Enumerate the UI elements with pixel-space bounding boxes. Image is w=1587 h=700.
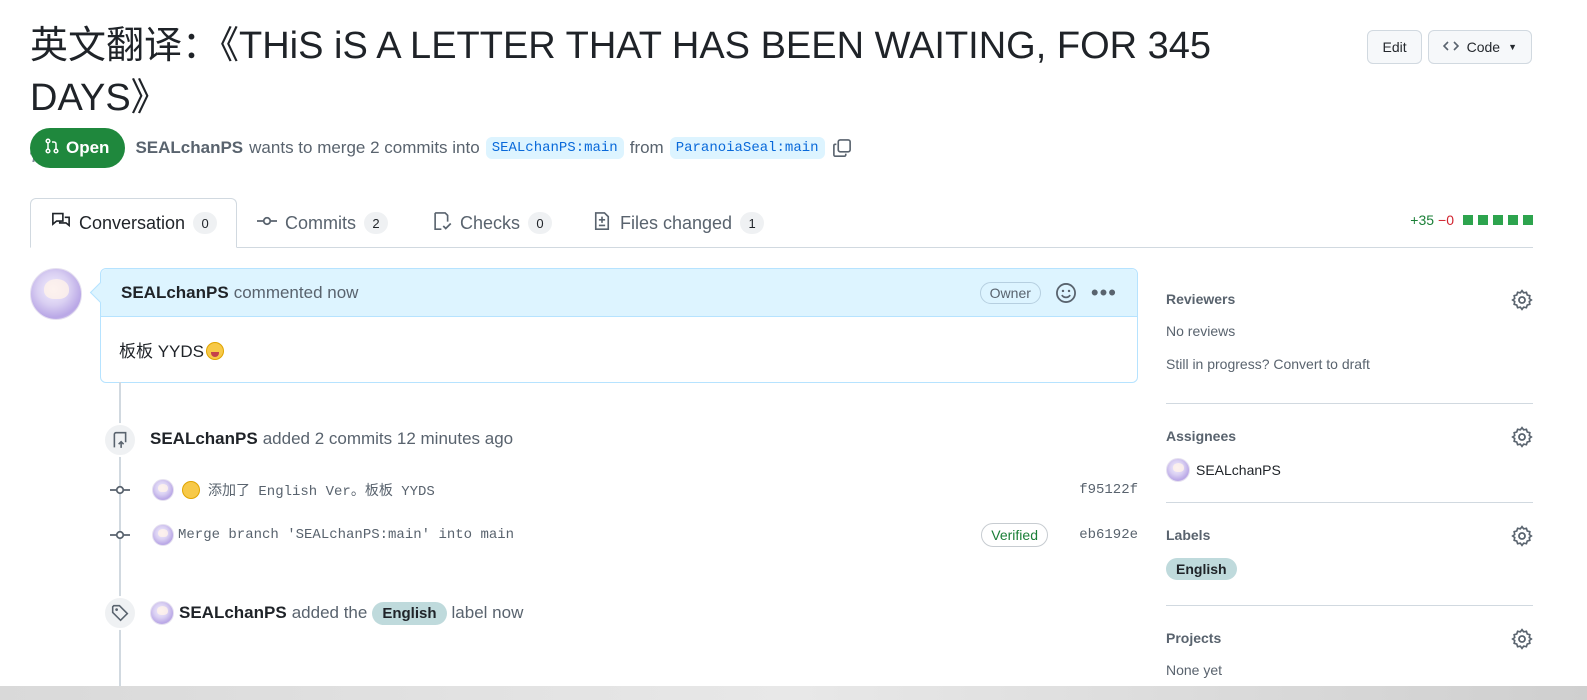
event-author[interactable]: SEALchanPS bbox=[150, 429, 258, 449]
status-label: Open bbox=[66, 138, 110, 157]
taskbar-strip bbox=[0, 686, 1587, 700]
git-commit-icon bbox=[110, 525, 130, 545]
sidebar-section-title[interactable]: Projects bbox=[1166, 630, 1221, 646]
tab-label: Files changed bbox=[620, 212, 733, 233]
commit-message[interactable]: 添加了 English Ver。板板 YYDS bbox=[208, 480, 435, 500]
commit-sha[interactable]: eb6192e bbox=[1079, 527, 1138, 543]
diff-block bbox=[1493, 215, 1503, 225]
git-commit-icon bbox=[257, 211, 277, 236]
code-icon bbox=[1442, 38, 1459, 57]
grinning-face-icon bbox=[206, 342, 225, 360]
sidebar-labels: Labels English bbox=[1166, 503, 1533, 606]
comment-body: 板板 YYDS bbox=[101, 317, 1137, 382]
comment-author[interactable]: SEALchanPS bbox=[121, 283, 229, 303]
thinking-face-icon bbox=[182, 481, 200, 499]
tab-counter: 2 bbox=[364, 212, 388, 234]
chevron-down-icon: ▼ bbox=[1508, 42, 1517, 52]
comment-action: commented now bbox=[233, 282, 359, 302]
tab-files-changed[interactable]: Files changed 1 bbox=[572, 198, 784, 248]
pull-request-page: 英文翻译：《THiS iS A LETTER THAT HAS BEEN WAI… bbox=[0, 0, 1587, 700]
sidebar-section-title[interactable]: Assignees bbox=[1166, 428, 1236, 444]
commit-sha[interactable]: f95122f bbox=[1079, 482, 1138, 498]
projects-value: None yet bbox=[1166, 662, 1223, 678]
from-text: from bbox=[629, 138, 664, 157]
header-actions: Edit Code ▼ bbox=[1367, 30, 1532, 64]
avatar[interactable] bbox=[30, 268, 82, 320]
commit-row: Merge branch 'SEALchanPS:main' into main… bbox=[110, 523, 1138, 547]
tag-icon bbox=[103, 596, 137, 630]
code-button-label: Code bbox=[1466, 39, 1501, 55]
diff-block bbox=[1508, 215, 1518, 225]
avatar[interactable] bbox=[152, 524, 174, 546]
pr-meta: Open SEALchanPS wants to merge 2 commits… bbox=[30, 128, 853, 168]
event-text: label now bbox=[451, 603, 524, 622]
edit-button-label: Edit bbox=[1382, 39, 1407, 55]
avatar[interactable] bbox=[152, 479, 174, 501]
comment-body-text: 板板 YYDS bbox=[119, 342, 205, 361]
avatar[interactable] bbox=[150, 601, 174, 625]
diff-deletions: −0 bbox=[1438, 212, 1454, 228]
comment-box: SEALchanPS commented now Owner ••• 板板 YY… bbox=[100, 268, 1138, 383]
assignee-name: SEALchanPS bbox=[1196, 462, 1281, 478]
diffstat: +35 −0 bbox=[1410, 212, 1533, 228]
commits-event: SEALchanPS added 2 commits 12 minutes ag… bbox=[150, 429, 513, 449]
event-text: added the bbox=[291, 603, 368, 622]
sidebar-projects: Projects None yet bbox=[1166, 606, 1533, 686]
sidebar-assignees: Assignees SEALchanPS bbox=[1166, 404, 1533, 503]
sidebar-reviewers: Reviewers No reviews Still in progress? … bbox=[1166, 268, 1533, 404]
avatar bbox=[1166, 458, 1190, 482]
kebab-horizontal-icon[interactable]: ••• bbox=[1091, 281, 1117, 303]
diff-block bbox=[1523, 215, 1533, 225]
tab-conversation[interactable]: Conversation 0 bbox=[30, 198, 237, 248]
gear-icon[interactable] bbox=[1511, 426, 1533, 448]
gear-icon[interactable] bbox=[1511, 289, 1533, 311]
verified-badge[interactable]: Verified bbox=[981, 523, 1048, 547]
smiley-icon[interactable] bbox=[1055, 282, 1077, 304]
tab-checks[interactable]: Checks 0 bbox=[412, 198, 572, 248]
diff-block bbox=[1463, 215, 1473, 225]
copy-icon[interactable] bbox=[831, 137, 853, 159]
label-badge[interactable]: English bbox=[1166, 558, 1237, 580]
pr-tabs: Conversation 0 Commits 2 Checks 0 Files … bbox=[30, 198, 1533, 248]
sidebar-section-title[interactable]: Labels bbox=[1166, 527, 1210, 543]
head-branch[interactable]: ParanoiaSeal:main bbox=[669, 137, 825, 159]
reviewers-value: No reviews bbox=[1166, 323, 1236, 339]
pr-title: 英文翻译：《THiS iS A LETTER THAT HAS BEEN WAI… bbox=[30, 25, 1212, 119]
edit-button[interactable]: Edit bbox=[1367, 30, 1422, 64]
tab-counter: 0 bbox=[528, 212, 553, 234]
event-author[interactable]: SEALchanPS bbox=[179, 603, 287, 623]
comment-header: SEALchanPS commented now Owner ••• bbox=[101, 269, 1137, 317]
code-button[interactable]: Code ▼ bbox=[1427, 30, 1532, 64]
tab-label: Commits bbox=[285, 212, 356, 233]
owner-badge: Owner bbox=[979, 281, 1041, 304]
commit-row: 添加了 English Ver。板板 YYDS f95122f bbox=[110, 478, 1138, 502]
repo-push-icon bbox=[103, 423, 137, 457]
diff-additions: +35 bbox=[1410, 212, 1435, 228]
gear-icon[interactable] bbox=[1511, 628, 1533, 650]
label-badge[interactable]: English bbox=[372, 601, 447, 625]
tab-counter: 1 bbox=[740, 212, 765, 234]
comment-discussion-icon bbox=[51, 211, 71, 236]
sidebar: Reviewers No reviews Still in progress? … bbox=[1166, 268, 1533, 686]
diff-block bbox=[1478, 215, 1488, 225]
pr-author-link[interactable]: SEALchanPS bbox=[135, 138, 243, 158]
label-event: SEALchanPS added the English label now bbox=[150, 601, 523, 625]
status-badge: Open bbox=[30, 128, 126, 168]
base-branch[interactable]: SEALchanPS:main bbox=[485, 137, 624, 159]
checklist-icon bbox=[432, 211, 452, 236]
git-commit-icon bbox=[110, 480, 130, 500]
sidebar-section-title[interactable]: Reviewers bbox=[1166, 291, 1235, 307]
gear-icon[interactable] bbox=[1511, 525, 1533, 547]
tab-counter: 0 bbox=[193, 212, 218, 234]
tab-label: Checks bbox=[460, 212, 521, 233]
file-diff-icon bbox=[592, 211, 612, 236]
tab-commits[interactable]: Commits 2 bbox=[237, 198, 408, 248]
tab-label: Conversation bbox=[79, 212, 186, 233]
event-text: added 2 commits 12 minutes ago bbox=[262, 429, 514, 448]
pr-meta-text: wants to merge 2 commits into bbox=[249, 138, 480, 157]
commit-message[interactable]: Merge branch 'SEALchanPS:main' into main bbox=[178, 527, 514, 543]
convert-to-draft-link[interactable]: Still in progress? Convert to draft bbox=[1166, 356, 1370, 372]
git-pull-request-icon bbox=[44, 137, 60, 159]
assignee[interactable]: SEALchanPS bbox=[1166, 458, 1281, 482]
